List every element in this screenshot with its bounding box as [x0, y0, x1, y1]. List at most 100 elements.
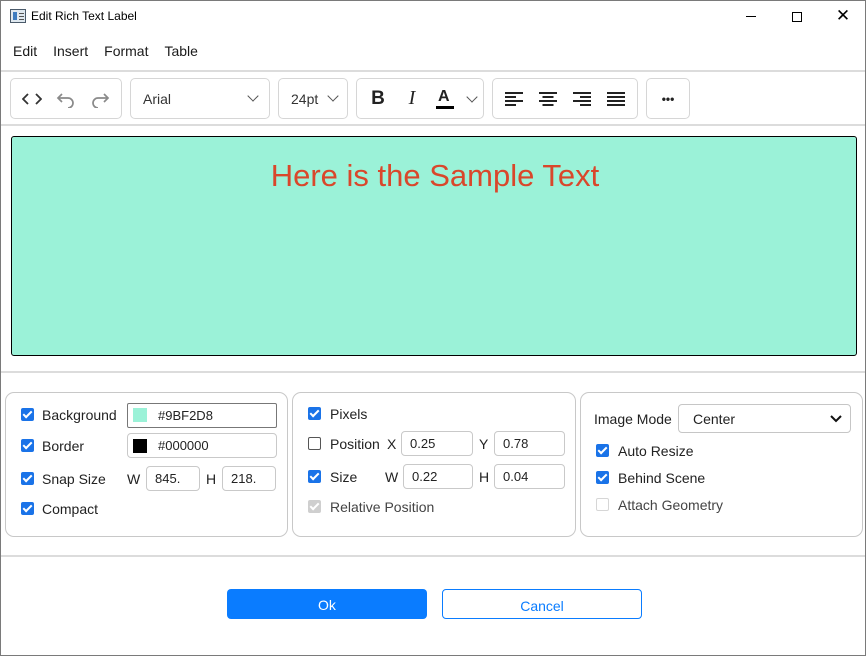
undo-icon [56, 92, 74, 108]
code-view-button[interactable] [15, 79, 49, 118]
panels-divider [1, 555, 865, 557]
text-color-icon: A [436, 88, 454, 109]
position-y-label: Y [479, 436, 489, 452]
menu-bar: Edit Insert Format Table [1, 37, 206, 67]
bold-icon: B [371, 87, 385, 109]
align-center-button[interactable] [531, 79, 565, 118]
minimize-icon [746, 16, 756, 17]
editor-divider [1, 371, 865, 373]
compact-label: Compact [42, 501, 99, 517]
alignment-toolbar-group [492, 78, 638, 119]
title-bar: Edit Rich Text Label ✕ [1, 1, 865, 32]
redo-icon [92, 92, 110, 108]
minimize-button[interactable] [728, 1, 774, 32]
position-x-label: X [387, 436, 397, 452]
font-family-select[interactable]: Arial [130, 78, 270, 119]
border-checkbox[interactable] [21, 439, 34, 452]
border-label: Border [42, 438, 85, 454]
chevron-down-icon [830, 415, 842, 423]
menu-edit[interactable]: Edit [1, 37, 45, 67]
text-color-dropdown[interactable] [461, 79, 483, 118]
snap-width-input[interactable]: 845. [146, 466, 200, 491]
size-width-label: W [385, 469, 399, 485]
border-color-swatch [133, 439, 147, 453]
maximize-icon [792, 11, 802, 22]
size-checkbox[interactable] [308, 470, 321, 483]
image-panel: Image Mode Center Auto Resize Behind Sce… [580, 392, 863, 537]
justify-button[interactable] [599, 79, 633, 118]
attach-geometry-label: Attach Geometry [618, 497, 724, 513]
menu-divider [1, 70, 865, 72]
relative-position-label: Relative Position [330, 499, 435, 515]
snap-height-input[interactable]: 218. [222, 466, 276, 491]
behind-scene-label: Behind Scene [618, 470, 706, 486]
redo-button[interactable] [83, 79, 117, 118]
italic-icon: I [408, 87, 416, 109]
compact-checkbox[interactable] [21, 502, 34, 515]
window-title: Edit Rich Text Label [31, 9, 137, 23]
history-toolbar-group [10, 78, 122, 119]
close-button[interactable]: ✕ [820, 1, 866, 32]
menu-format[interactable]: Format [96, 37, 156, 67]
format-toolbar-group: B I A [356, 78, 484, 119]
justify-icon [607, 91, 625, 106]
image-mode-value: Center [693, 411, 736, 427]
text-color-button[interactable]: A [429, 79, 461, 118]
align-left-icon [505, 91, 523, 106]
size-height-label: H [479, 469, 490, 485]
attach-geometry-checkbox[interactable] [596, 498, 609, 511]
code-view-icon [22, 92, 42, 105]
background-color-swatch [133, 408, 147, 422]
maximize-button[interactable] [774, 1, 820, 32]
align-center-icon [539, 91, 557, 106]
pixels-checkbox[interactable] [308, 407, 321, 420]
border-color-field[interactable]: #000000 [127, 433, 277, 458]
size-label: Size [330, 469, 358, 485]
background-color-field[interactable]: #9BF2D8 [127, 403, 277, 428]
geometry-panel: Pixels Position X 0.25 Y 0.78 Size W 0.2… [292, 392, 576, 537]
background-checkbox[interactable] [21, 408, 34, 421]
app-icon [10, 9, 26, 23]
font-size-value: 24pt [291, 90, 319, 107]
more-icon: ••• [661, 91, 675, 106]
rich-text-editor[interactable]: Here is the Sample Text [11, 136, 857, 356]
ok-button[interactable]: Ok [227, 589, 427, 619]
chevron-down-icon [247, 90, 259, 102]
snap-size-label: Snap Size [42, 471, 106, 487]
menu-insert[interactable]: Insert [45, 37, 96, 67]
more-options-button[interactable]: ••• [646, 78, 690, 119]
snap-size-checkbox[interactable] [21, 472, 34, 485]
align-left-button[interactable] [497, 79, 531, 118]
border-color-value: #000000 [158, 438, 209, 453]
image-mode-select[interactable]: Center [678, 404, 851, 433]
chevron-down-icon [327, 90, 339, 102]
position-label: Position [330, 436, 380, 452]
behind-scene-checkbox[interactable] [596, 471, 609, 484]
close-icon: ✕ [835, 6, 851, 26]
auto-resize-label: Auto Resize [618, 443, 694, 459]
appearance-panel: Background #9BF2D8 Border #000000 Snap S… [5, 392, 288, 537]
bold-button[interactable]: B [361, 79, 395, 118]
position-checkbox[interactable] [308, 437, 321, 450]
align-right-icon [573, 91, 591, 106]
undo-button[interactable] [49, 79, 83, 118]
italic-button[interactable]: I [395, 79, 429, 118]
toolbar-divider [1, 124, 865, 126]
font-family-value: Arial [143, 90, 172, 107]
auto-resize-checkbox[interactable] [596, 444, 609, 457]
snap-width-label: W [127, 471, 141, 487]
size-height-input[interactable]: 0.04 [494, 464, 565, 489]
background-label: Background [42, 407, 117, 423]
font-size-select[interactable]: 24pt [278, 78, 348, 119]
position-y-input[interactable]: 0.78 [494, 431, 565, 456]
position-x-input[interactable]: 0.25 [401, 431, 473, 456]
relative-position-checkbox[interactable] [308, 500, 321, 513]
size-width-input[interactable]: 0.22 [403, 464, 473, 489]
align-right-button[interactable] [565, 79, 599, 118]
cancel-button[interactable]: Cancel [442, 589, 642, 619]
chevron-down-icon [466, 90, 478, 103]
menu-table[interactable]: Table [156, 37, 205, 67]
dialog-window: Edit Rich Text Label ✕ Edit Insert Forma… [0, 0, 866, 656]
background-color-value: #9BF2D8 [158, 408, 213, 423]
editor-sample-text[interactable]: Here is the Sample Text [12, 158, 858, 194]
